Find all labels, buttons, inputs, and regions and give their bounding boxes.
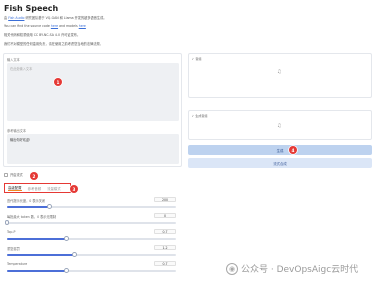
input-text-area[interactable]: 在此处输入文本 — [7, 63, 179, 121]
input-panel: 输入文本 在此处输入文本 参考输出文本 输出你好欢迎! — [3, 53, 182, 167]
param-slider[interactable] — [4, 220, 176, 226]
badge-1: 1 — [54, 78, 62, 86]
app-title: Fish Speech — [4, 4, 59, 13]
generate-button[interactable]: 生成 — [188, 145, 372, 155]
param-value-input[interactable]: 0 — [154, 213, 176, 218]
param-row: Temperature 0.7 — [4, 260, 180, 276]
description-line-3: 相关代码和权重使用 CC BY-NC-SA 4.0 许可证发布。 — [4, 33, 81, 37]
reference-audio-label: ♪ 音频 — [192, 57, 201, 61]
slider-thumb[interactable] — [63, 268, 69, 274]
param-slider[interactable] — [7, 252, 176, 258]
badge-3: 3 — [70, 185, 78, 193]
input-placeholder: 在此处输入文本 — [10, 67, 33, 71]
badge-2: 2 — [30, 172, 38, 180]
streaming-checkbox[interactable] — [4, 172, 8, 177]
audio-player-icon: ♫ — [277, 123, 282, 129]
stream-generate-button[interactable]: 流式合成 — [188, 158, 372, 168]
input-text-label: 输入文本 — [7, 58, 20, 62]
param-label: Temperature — [7, 262, 28, 266]
description-line-4: 我们不对模型的任何滥用负责，请在使用之前考虑您当地的法律法规。 — [4, 42, 103, 46]
param-row: 每批最大 token 数，0 表示无限制 0 — [4, 212, 180, 228]
param-row: 重复惩罚 1.2 — [4, 244, 180, 260]
settings-tabs: 高级配置 参考音频 流量模式 — [4, 183, 71, 193]
generated-audio-panel: ♪ 生成音频 ♫ — [188, 110, 372, 140]
tab-advanced-config[interactable]: 高级配置 — [8, 185, 22, 192]
param-value-input[interactable]: 200 — [154, 197, 176, 202]
streaming-toggle[interactable]: 开启流式 — [4, 172, 23, 177]
source-code-link[interactable]: here — [51, 24, 58, 28]
param-label: 重复惩罚 — [7, 247, 20, 251]
description-text: 由 — [4, 16, 8, 20]
param-row: Top-P 0.7 — [4, 228, 180, 244]
reference-text-area[interactable]: 输出你好欢迎! — [7, 134, 179, 164]
music-note-icon: ♪ — [192, 57, 194, 61]
models-link[interactable]: here — [79, 24, 86, 28]
description-text: and models — [59, 24, 78, 28]
param-slider[interactable] — [7, 236, 176, 242]
reference-audio-panel: ♪ 音频 ♫ — [188, 53, 372, 98]
slider-thumb[interactable] — [63, 236, 69, 242]
badge-4: 4 — [289, 146, 297, 154]
slider-thumb[interactable] — [46, 204, 52, 210]
slider-fill — [7, 238, 67, 240]
description-text: 研究团队基于 VQ-GAN 和 Llama 开发的超多语音生成。 — [25, 16, 107, 20]
reference-text-value: 输出你好欢迎! — [10, 138, 31, 142]
param-value-input[interactable]: 0.7 — [154, 229, 176, 234]
param-value-input[interactable]: 1.2 — [154, 245, 176, 250]
param-label: 每批最大 token 数，0 表示无限制 — [7, 215, 57, 219]
wechat-icon: ◉ — [226, 262, 238, 275]
reference-audio-label-text: 音频 — [195, 57, 202, 61]
watermark: ◉ 公众号 · DevOpsAigc云时代 — [226, 262, 358, 275]
generated-audio-label: ♪ 生成音频 — [192, 114, 207, 118]
param-value-input[interactable]: 0.7 — [154, 261, 176, 266]
description-line-2: You can find the source code here and mo… — [4, 24, 86, 28]
audio-upload-icon[interactable]: ♫ — [277, 69, 281, 75]
generated-audio-label-text: 生成音频 — [195, 114, 208, 118]
param-row: 迭代提示长度，0 表示关闭 200 — [4, 196, 180, 212]
stream-generate-button-label: 流式合成 — [273, 161, 287, 166]
description-text: You can find the source code — [4, 24, 50, 28]
watermark-text: 公众号 · DevOpsAigc云时代 — [241, 265, 359, 275]
description-line-1: 由 Fish Audio 研究团队基于 VQ-GAN 和 Llama 开发的超多… — [4, 15, 106, 20]
param-label: Top-P — [7, 230, 16, 234]
fish-audio-link[interactable]: Fish Audio — [8, 16, 24, 20]
slider-fill — [7, 206, 50, 208]
slider-thumb[interactable] — [72, 252, 77, 258]
param-slider[interactable] — [7, 204, 176, 210]
param-label: 迭代提示长度，0 表示关闭 — [7, 199, 46, 203]
generate-button-label: 生成 — [276, 148, 284, 153]
music-note-icon: ♪ — [192, 114, 194, 118]
tab-streaming-mode[interactable]: 流量模式 — [47, 186, 61, 191]
streaming-toggle-label: 开启流式 — [10, 173, 23, 177]
reference-text-label: 参考输出文本 — [7, 129, 27, 133]
tab-reference-audio[interactable]: 参考音频 — [28, 186, 42, 191]
param-slider[interactable] — [7, 268, 176, 274]
slider-fill — [7, 270, 67, 272]
slider-thumb[interactable] — [4, 220, 10, 226]
slider-fill — [7, 254, 75, 256]
